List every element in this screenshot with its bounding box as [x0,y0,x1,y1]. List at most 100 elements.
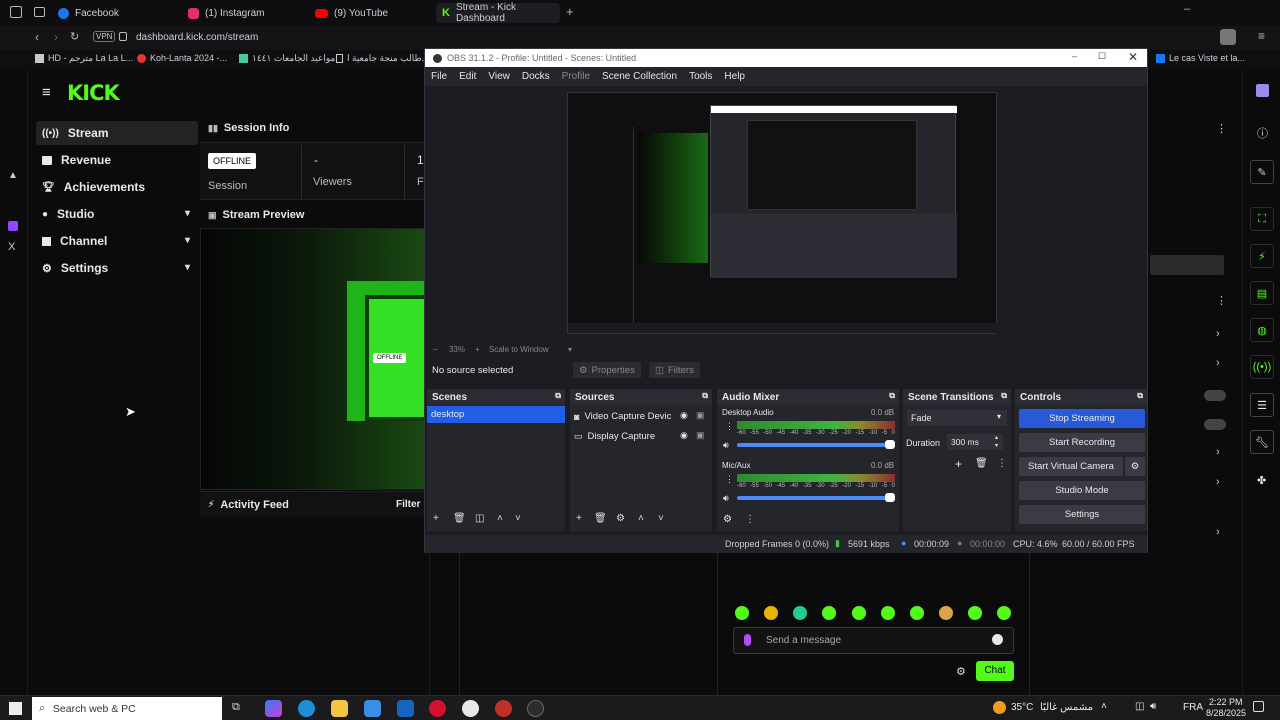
input-placeholder-bar[interactable] [1150,255,1224,275]
mixer-settings-icon[interactable]: ⚙ [723,514,732,525]
bookmark-1[interactable]: HD - مترجم La La L... [35,53,133,64]
toggle-switch[interactable] [1204,390,1226,401]
sidebar-item-settings[interactable]: ⚙ Settings ▾ [36,256,198,280]
stream-preview-video[interactable]: OFFLINE [200,228,431,490]
move-down-icon[interactable]: ˅ [658,513,664,524]
x-side-icon[interactable]: X [8,241,15,253]
fullscreen-icon[interactable]: ⛶ [1250,207,1274,231]
volume-slider-handle[interactable] [885,440,895,449]
sidebar-item-achievements[interactable]: 🏆︎ Achievements [36,175,198,199]
obs-preview[interactable] [425,86,1147,344]
studio-mode-button[interactable]: Studio Mode [1019,481,1145,500]
apps-icon[interactable]: ✤ [1257,474,1266,487]
emote-icon[interactable] [793,606,807,620]
sidebar-item-studio[interactable]: ● Studio ▾ [36,202,198,226]
volume-icon[interactable]: 🔊︎ [1150,701,1156,712]
properties-button[interactable]: ⚙ Properties [573,362,641,378]
filters-button[interactable]: ◫ Filters [649,362,700,378]
channel-menu-icon[interactable]: ⋮ [725,474,734,485]
menu-icon[interactable]: ≡ [1258,29,1265,43]
kick-logo[interactable]: KICK [67,81,120,105]
notification-icon[interactable] [1253,701,1264,712]
opera-icon[interactable] [429,700,446,717]
chat-bubble-icon[interactable]: ◍ [1250,318,1274,342]
hamburger-menu-icon[interactable]: ≡ [42,84,51,101]
visibility-icon[interactable]: ◉ [680,410,688,421]
move-up-icon[interactable]: ˄ [638,513,644,524]
source-settings-icon[interactable]: ⚙ [616,513,625,524]
undock-icon[interactable]: ⧉ [889,391,895,401]
mixer-menu-icon[interactable]: ⋮ [745,514,755,525]
settings-button[interactable]: Settings [1019,505,1145,524]
obs-close-icon[interactable]: ✕ [1128,50,1138,64]
tab-actions-icon[interactable] [10,6,22,18]
start-icon[interactable] [9,702,22,715]
weather-temp[interactable]: 35°C [1011,702,1033,713]
duration-input[interactable]: 300 ms ▴ ▾ [947,434,1003,450]
chat-input[interactable]: Send a message [733,627,1014,654]
emote-icon[interactable] [910,606,924,620]
start-recording-button[interactable]: Start Recording [1019,433,1145,452]
microphone-icon[interactable] [744,634,751,646]
sidebar-item-channel[interactable]: Channel ▾ [36,229,198,253]
workspaces-icon[interactable] [34,7,45,17]
tab-kick-dashboard[interactable]: K Stream - Kick Dashboard [436,2,560,24]
vpn-badge[interactable]: VPN [93,31,116,42]
emoji-icon[interactable] [992,634,1003,645]
minimize-browser-icon[interactable]: – [1184,3,1190,15]
emote-icon[interactable] [997,606,1011,620]
menu-docks[interactable]: Docks [522,71,550,82]
volume-slider[interactable] [737,496,891,500]
chat-settings-icon[interactable]: ⚙ [956,665,966,678]
bookmark-3[interactable]: مواعيد الجامعات ١٤٤١ [239,53,335,64]
filter-button[interactable]: Filter [396,499,420,510]
chrome-icon[interactable] [462,700,479,717]
recorder-icon[interactable] [495,700,512,717]
emote-icon[interactable] [822,606,836,620]
copilot-icon[interactable] [265,700,282,717]
scale-dropdown-icon[interactable]: ▾ [568,345,572,354]
menu-profile[interactable]: Profile [562,71,590,82]
channel-menu-icon[interactable]: ⋮ [725,421,734,432]
emote-icon[interactable] [852,606,866,620]
emote-icon[interactable] [881,606,895,620]
kick-side-icon[interactable]: ▲ [8,170,18,181]
emote-icon[interactable] [735,606,749,620]
sidebar-item-stream[interactable]: ((•)) Stream [36,121,198,145]
emote-icon[interactable] [939,606,953,620]
zoom-out-icon[interactable]: − [433,345,438,354]
tab-facebook[interactable]: Facebook [52,3,125,23]
transition-select[interactable]: Fade ▾ [907,410,1007,426]
undock-icon[interactable]: ⧉ [1137,391,1143,401]
tab-instagram[interactable]: (1) Instagram [182,3,270,23]
undock-icon[interactable]: ⧉ [702,391,708,401]
language-indicator[interactable]: FRA [1183,702,1203,713]
undock-icon[interactable]: ⧉ [555,391,561,401]
zoom-in-icon[interactable]: + [475,345,480,354]
clock-date[interactable]: 8/28/2025 [1206,708,1246,718]
undock-icon[interactable]: ⧉ [1001,391,1007,401]
speaker-icon[interactable]: 🔊︎ [723,440,729,451]
emote-icon[interactable] [764,606,778,620]
pencil-icon[interactable]: ✎ [1250,160,1274,184]
bookmark-4[interactable]: طالب منحة جامعية ا... [336,53,429,64]
chevron-right-icon[interactable]: › [1216,476,1220,488]
twitch-side-icon[interactable] [8,221,18,231]
obs-maximize-icon[interactable]: ☐ [1098,51,1106,62]
outlook-icon[interactable] [397,700,414,717]
visibility-icon[interactable]: ◉ [680,430,688,441]
scene-item-desktop[interactable]: desktop [427,406,565,423]
volume-slider-handle[interactable] [885,493,895,502]
lock-icon[interactable]: ▣ [696,410,705,421]
emote-icon[interactable] [968,606,982,620]
weather-text[interactable]: مشمس غالبًا [1040,702,1093,713]
bolt-icon[interactable]: ⚡︎ [1250,244,1274,268]
volume-slider[interactable] [737,443,891,447]
add-source-icon[interactable]: + [576,513,582,524]
toggle-switch[interactable] [1204,419,1226,430]
chevron-right-icon[interactable]: › [1216,328,1220,340]
tray-chevron-icon[interactable]: ˄ [1101,701,1107,712]
obs-taskbar-icon[interactable] [527,700,544,717]
more-options-icon[interactable]: ⋮ [1216,294,1227,307]
bookmark-2[interactable]: Koh-Lanta 2024 -... [137,53,227,63]
